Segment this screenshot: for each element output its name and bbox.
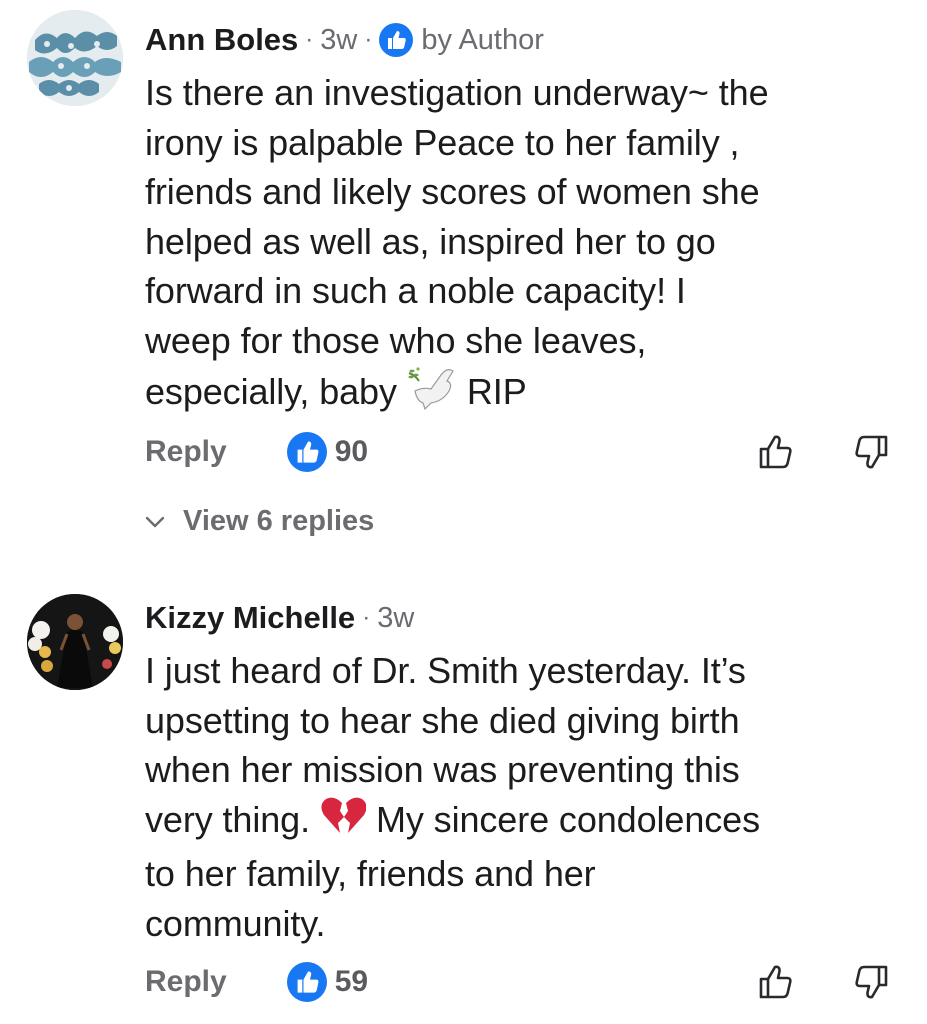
- puzzle-tile-avatar-icon: [27, 10, 123, 106]
- dove-icon: [407, 365, 457, 424]
- text-line: forward in such a noble capacity! I: [145, 270, 686, 311]
- text-fragment: especially, baby: [145, 370, 397, 412]
- like-count-value: 90: [334, 435, 369, 468]
- avatar[interactable]: [27, 10, 123, 106]
- person-photo-avatar-icon: [27, 594, 123, 690]
- comment-time: 3w: [377, 602, 415, 634]
- text-line: helped as well as, inspired her to go: [145, 220, 716, 262]
- text-line: irony is palpable Peace to her family ,: [145, 121, 740, 163]
- author-name[interactable]: Ann Boles: [145, 20, 298, 60]
- reply-button[interactable]: Reply: [145, 435, 227, 469]
- reaction-count[interactable]: 90: [286, 432, 369, 472]
- upvote-button[interactable]: [754, 960, 798, 1004]
- broken-heart-icon: [320, 795, 367, 850]
- meta-separator: ·: [364, 26, 373, 53]
- upvote-button[interactable]: [754, 430, 798, 474]
- comment-text: Is there an investigation underway~ the …: [145, 68, 905, 424]
- comment-actions: Reply 90: [145, 430, 895, 474]
- author-name[interactable]: Kizzy Michelle: [145, 598, 355, 638]
- like-icon: [379, 23, 414, 57]
- author-reacted-badge: by Author: [379, 20, 544, 60]
- view-replies-button[interactable]: View 6 replies: [145, 505, 374, 538]
- comment-time: 3w: [320, 24, 358, 56]
- comment-text: I just heard of Dr. Smith yesterday. It’…: [145, 646, 905, 948]
- downvote-button[interactable]: [849, 960, 893, 1004]
- meta-separator: ·: [362, 604, 371, 631]
- text-line: upsetting to hear she died giving birth: [145, 699, 740, 741]
- text-line: especially, baby RIP: [145, 365, 905, 424]
- downvote-button[interactable]: [849, 430, 893, 474]
- chevron-down-icon: [145, 516, 165, 527]
- text-line: friends and likely scores of women she: [145, 171, 760, 212]
- text-line: I just heard of Dr. Smith yesterday. It’…: [145, 650, 746, 691]
- text-fragment: RIP: [466, 370, 527, 412]
- comment-meta: Ann Boles · 3w · by Author: [145, 20, 905, 60]
- comment-meta: Kizzy Michelle · 3w: [145, 598, 905, 638]
- thumbs-up-icon: [759, 435, 792, 469]
- text-line: community.: [145, 902, 326, 944]
- thumbs-up-icon: [759, 965, 792, 999]
- meta-separator: ·: [305, 26, 314, 53]
- text-fragment: very thing.: [145, 798, 310, 840]
- reply-button[interactable]: Reply: [145, 965, 227, 999]
- text-line: when her mission was preventing this: [145, 749, 740, 790]
- like-count-value: 59: [334, 965, 369, 998]
- text-line: weep for those who she leaves,: [145, 319, 647, 361]
- text-fragment: My sincere condolences: [375, 798, 760, 840]
- text-line: very thing. My sincere condolences: [145, 795, 905, 850]
- reaction-count[interactable]: 59: [286, 962, 369, 1002]
- thumbs-down-icon: [855, 435, 888, 469]
- view-replies-label: View 6 replies: [183, 505, 375, 537]
- thumbs-down-icon: [855, 965, 888, 999]
- author-badge-label: by Author: [421, 24, 544, 56]
- like-icon: [286, 962, 327, 1002]
- like-icon: [286, 432, 327, 472]
- text-line: Is there an investigation underway~ the: [145, 72, 769, 113]
- text-line: to her family, friends and her: [145, 853, 596, 895]
- avatar[interactable]: [27, 594, 123, 690]
- comment-actions: Reply 59: [145, 960, 895, 1004]
